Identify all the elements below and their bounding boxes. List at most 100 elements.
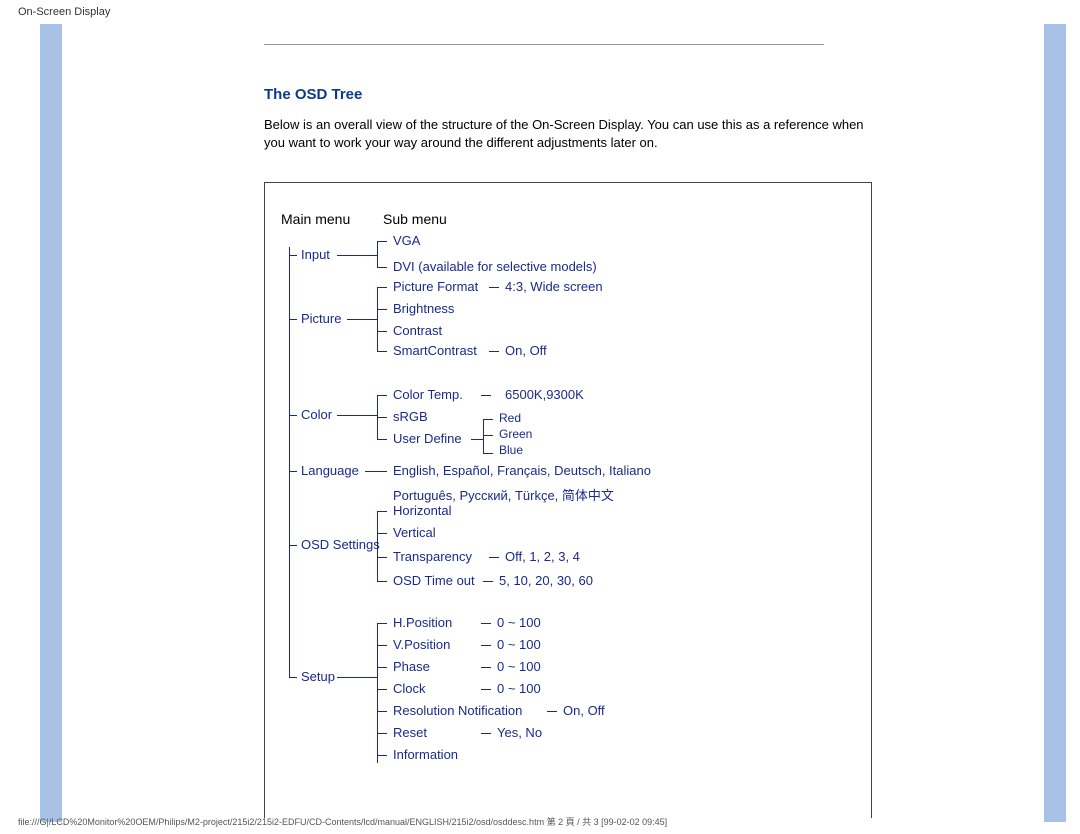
sub-vposition: V.Position: [393, 637, 450, 652]
tree-line: [289, 677, 297, 678]
opts-language-2: Português, Русский, Türkçe, 简体中文: [393, 485, 614, 504]
opts-resolution-notification: On, Off: [563, 703, 605, 718]
tree-line: [289, 255, 297, 256]
main-input: Input: [301, 247, 330, 262]
tree-line: [377, 623, 378, 763]
main-language: Language: [301, 463, 359, 478]
intro-paragraph: Below is an overall view of the structur…: [264, 116, 884, 151]
sub-contrast: Contrast: [393, 323, 442, 338]
section-title: The OSD Tree: [264, 86, 362, 103]
tree-line: [483, 419, 493, 420]
tree-line: [377, 689, 387, 690]
opts-ud-green: Green: [499, 427, 532, 441]
main-picture: Picture: [301, 311, 341, 326]
tree-line: [481, 395, 491, 396]
page-header: On-Screen Display: [18, 6, 110, 18]
tree-line: [337, 255, 377, 256]
tree-line: [483, 419, 484, 453]
sub-osd-vertical: Vertical: [393, 525, 436, 540]
opts-phase: 0 ~ 100: [497, 659, 541, 674]
sub-hposition: H.Position: [393, 615, 452, 630]
tree-line: [547, 711, 557, 712]
tree-line: [377, 309, 387, 310]
sub-osd-horizontal: Horizontal: [393, 503, 452, 518]
footer-path: file:///G|/LCD%20Monitor%20OEM/Philips/M…: [18, 815, 667, 828]
tree-line: [481, 733, 491, 734]
sub-dvi: DVI (available for selective models): [393, 259, 597, 274]
tree-line: [489, 351, 499, 352]
opts-color-temp: 6500K,9300K: [505, 387, 584, 402]
tree-line: [377, 267, 387, 268]
sub-osd-timeout: OSD Time out: [393, 573, 475, 588]
sub-color-temp: Color Temp.: [393, 387, 463, 402]
tree-line: [481, 645, 491, 646]
tree-line: [483, 435, 493, 436]
opts-vposition: 0 ~ 100: [497, 637, 541, 652]
tree-line: [289, 471, 297, 472]
main-color: Color: [301, 407, 332, 422]
tree-line: [377, 241, 387, 242]
tree-line: [337, 415, 377, 416]
tree-line: [289, 545, 297, 546]
main-setup: Setup: [301, 669, 335, 684]
tree-line: [483, 453, 493, 454]
tree-line: [337, 677, 377, 678]
tree-line: [289, 247, 290, 677]
sub-reset: Reset: [393, 725, 427, 740]
sub-srgb: sRGB: [393, 409, 428, 424]
tree-line: [347, 319, 377, 320]
tree-line: [377, 755, 387, 756]
tree-line: [471, 439, 483, 440]
sub-user-define: User Define: [393, 431, 462, 446]
tree-line: [377, 241, 378, 267]
tree-line: [377, 287, 387, 288]
tree-line: [377, 351, 387, 352]
tree-line: [377, 623, 387, 624]
sub-osd-transparency: Transparency: [393, 549, 472, 564]
decor-stripe-left: [40, 24, 62, 822]
content-area: The OSD Tree Below is an overall view of…: [62, 24, 1044, 822]
tree-line: [377, 711, 387, 712]
tree-line: [377, 331, 387, 332]
tree-line: [481, 623, 491, 624]
sub-phase: Phase: [393, 659, 430, 674]
tree-line: [481, 667, 491, 668]
opts-language-1: English, Español, Français, Deutsch, Ita…: [393, 463, 651, 478]
osd-tree-diagram: Main menu Sub menu Input Picture Color L…: [264, 182, 872, 818]
main-osd-settings: OSD Settings: [301, 537, 380, 552]
tree-line: [483, 581, 493, 582]
tree-line: [489, 557, 499, 558]
opts-hposition: 0 ~ 100: [497, 615, 541, 630]
sub-brightness: Brightness: [393, 301, 454, 316]
sub-information: Information: [393, 747, 458, 762]
tree-line: [377, 733, 387, 734]
tree-line: [365, 471, 387, 472]
tree-line: [377, 287, 378, 351]
sub-picture-format: Picture Format: [393, 279, 478, 294]
tree-line: [489, 287, 499, 288]
opts-reset: Yes, No: [497, 725, 542, 740]
tree-line: [377, 533, 387, 534]
opts-ud-red: Red: [499, 411, 521, 425]
tree-line: [377, 395, 387, 396]
tree-line: [377, 667, 387, 668]
tree-line: [377, 511, 378, 581]
tree-line: [377, 511, 387, 512]
decor-stripe-right: [1044, 24, 1066, 822]
sub-clock: Clock: [393, 681, 426, 696]
col-header-sub: Sub menu: [383, 211, 447, 227]
tree-line: [289, 319, 297, 320]
col-header-main: Main menu: [281, 211, 350, 227]
tree-line: [377, 439, 387, 440]
opts-osd-timeout: 5, 10, 20, 30, 60: [499, 573, 593, 588]
tree-line: [377, 581, 387, 582]
sub-vga: VGA: [393, 233, 420, 248]
sub-smartcontrast: SmartContrast: [393, 343, 477, 358]
tree-line: [377, 417, 387, 418]
divider: [264, 44, 824, 45]
opts-ud-blue: Blue: [499, 443, 523, 457]
sub-resolution-notification: Resolution Notification: [393, 703, 522, 718]
tree-line: [377, 645, 387, 646]
tree-line: [289, 415, 297, 416]
opts-clock: 0 ~ 100: [497, 681, 541, 696]
